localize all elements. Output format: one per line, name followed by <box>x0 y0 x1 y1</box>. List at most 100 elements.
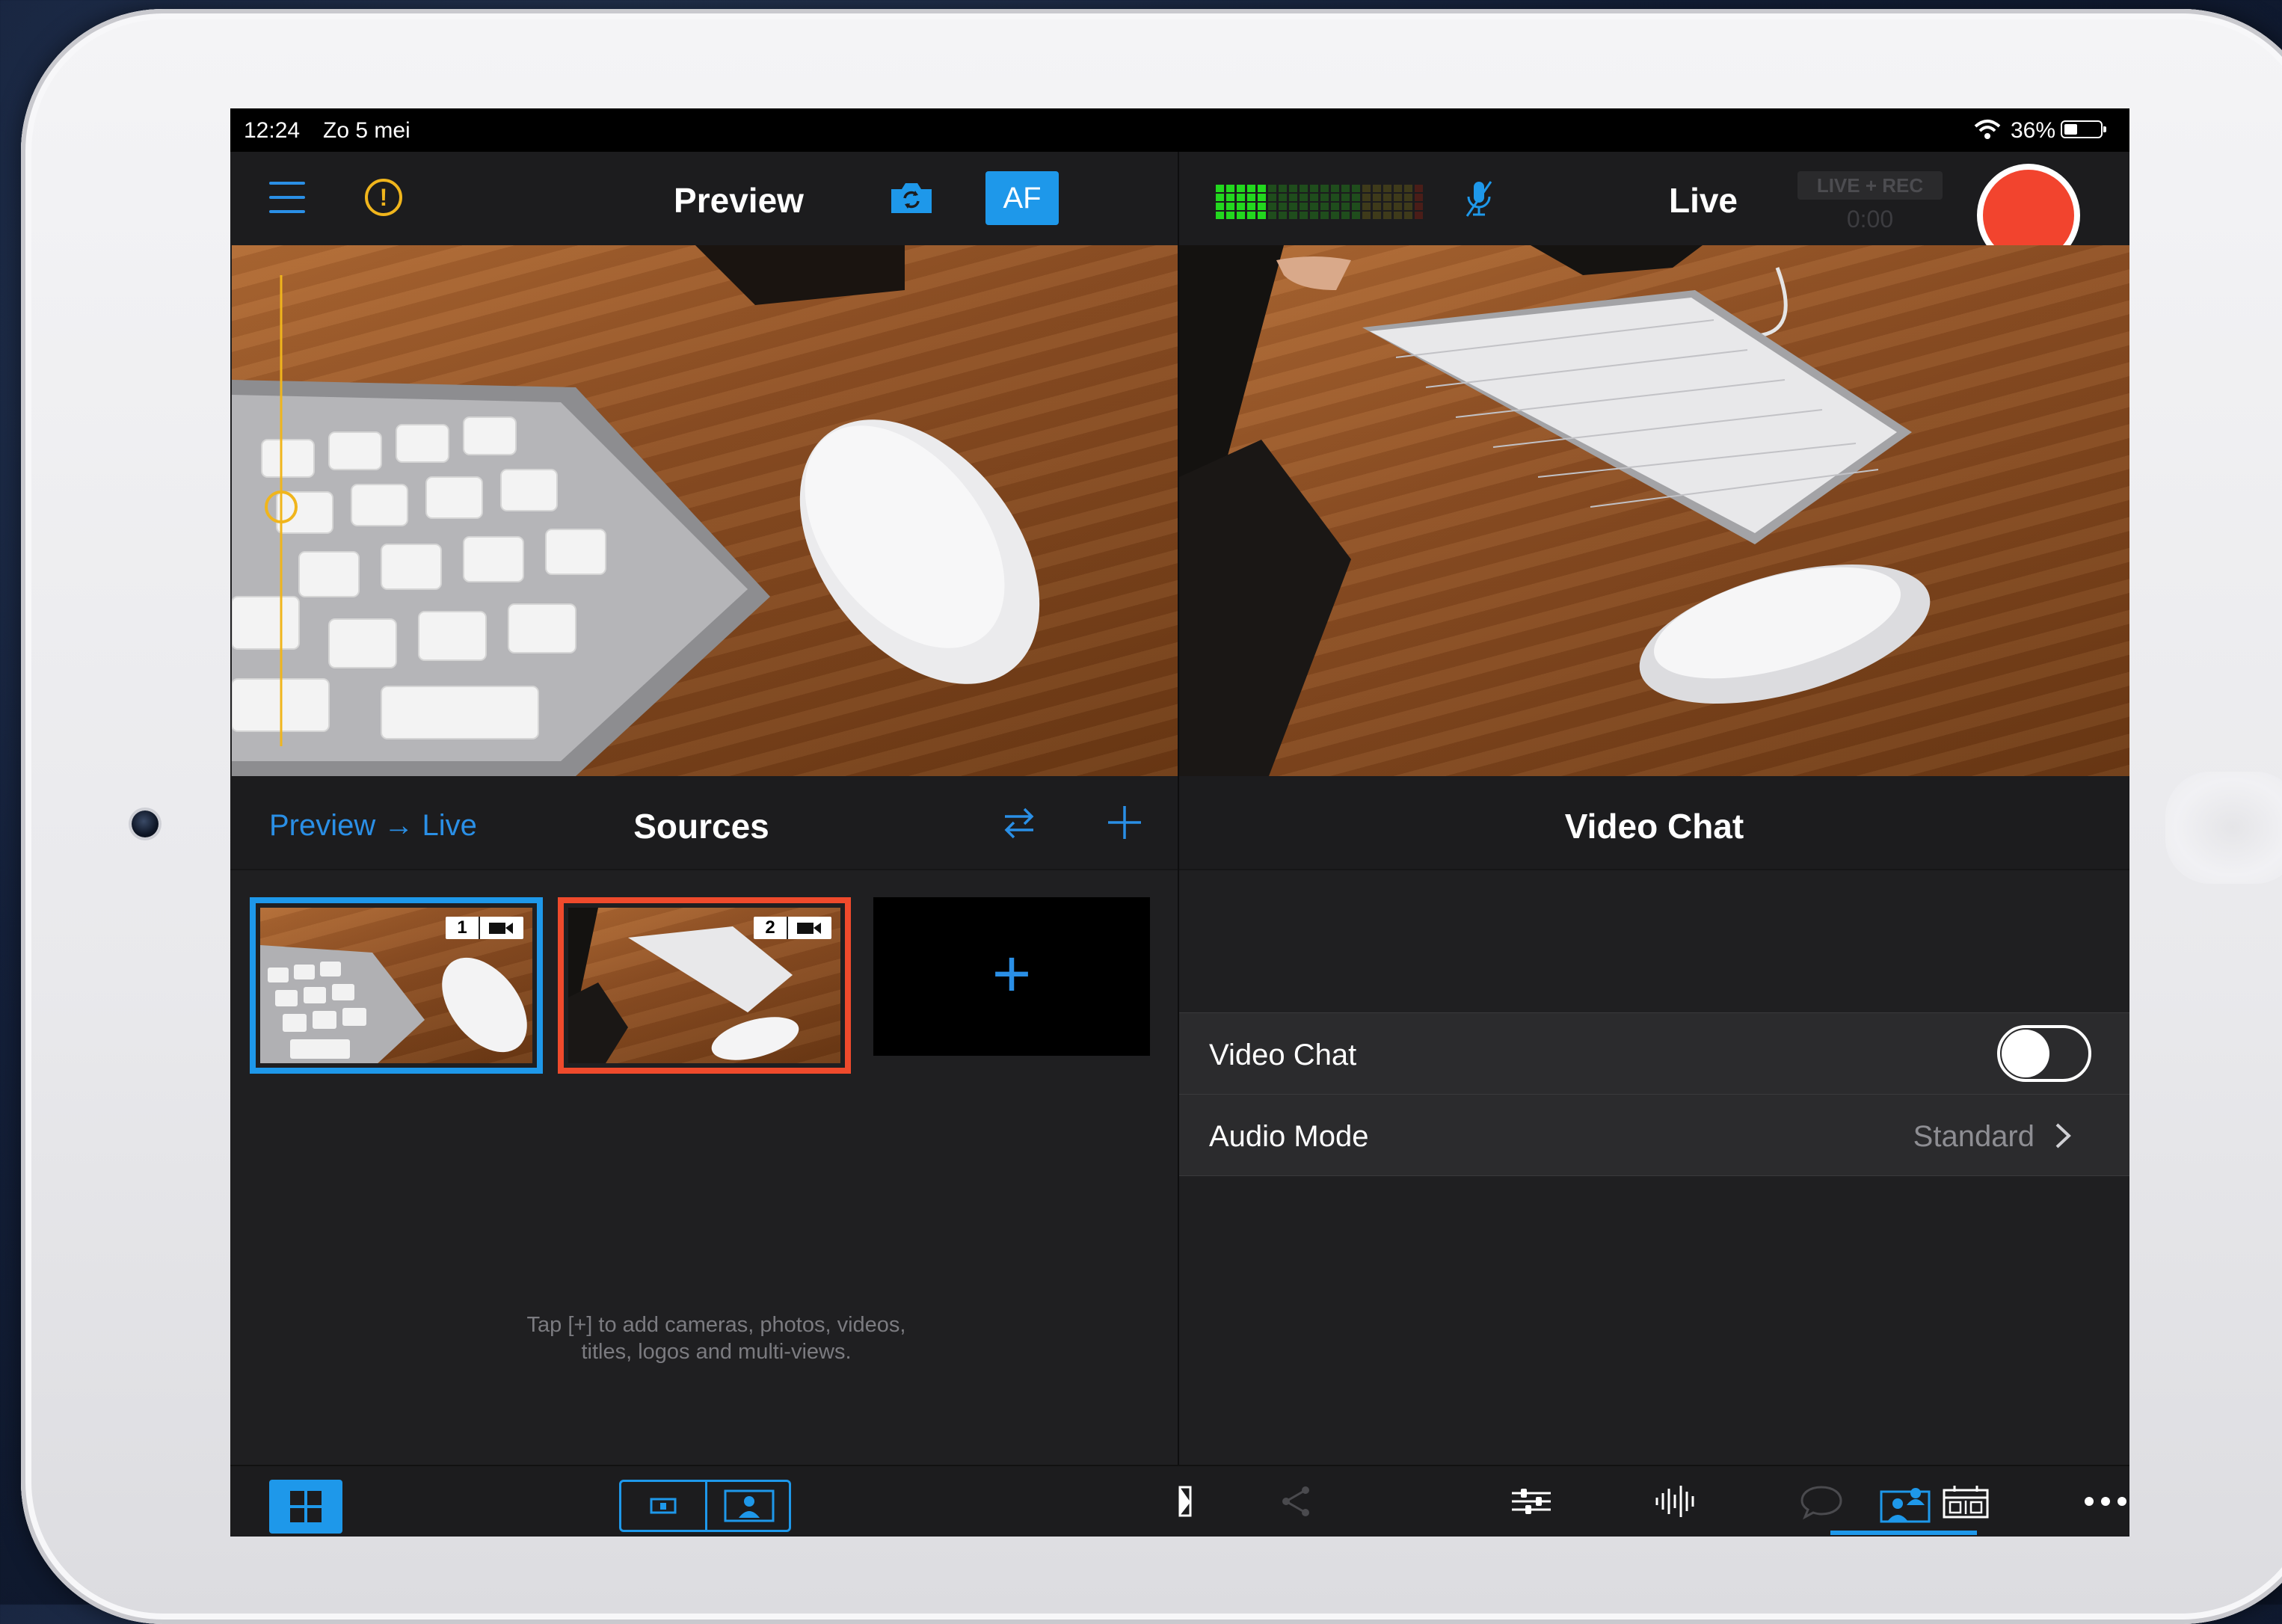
more-icon[interactable] <box>2082 1483 2129 1520</box>
audio-meter-segment <box>1289 203 1297 210</box>
audio-meter-segment <box>1237 194 1245 201</box>
audio-meter-segment <box>1289 212 1297 219</box>
audio-meter-segment <box>1362 194 1371 201</box>
grid-icon[interactable] <box>269 1480 342 1534</box>
audio-meter-segment <box>1216 203 1224 210</box>
audio-meter-segment <box>1331 203 1339 210</box>
live-title: Live <box>1668 181 1738 220</box>
sources-hint-line2: titles, logos and multi-views. <box>581 1340 852 1364</box>
video-chat-row[interactable]: Video Chat <box>1179 1012 2129 1095</box>
audio-meter-segment <box>1320 194 1329 201</box>
video-chat-toggle[interactable] <box>1997 1025 2091 1082</box>
add-icon[interactable] <box>1105 803 1144 842</box>
video-camera-icon <box>480 917 523 939</box>
app-screen: 12:24 Zo 5 mei 36% ! Preview AF Live LIV… <box>230 108 2129 1537</box>
audio-meter-segment <box>1268 194 1276 201</box>
source-thumbnail-preview[interactable]: 1 <box>250 897 543 1074</box>
audio-level-meter <box>1216 185 1423 219</box>
source-number: 2 <box>754 917 788 939</box>
share-icon[interactable] <box>1277 1483 1314 1520</box>
audio-meter-segment <box>1362 203 1371 210</box>
audio-meter-segment <box>1300 203 1308 210</box>
battery-percentage: 36% <box>2011 118 2056 143</box>
audio-meter-segment <box>1310 185 1318 192</box>
audio-meter-segment <box>1310 212 1318 219</box>
layout-person-button[interactable] <box>705 1482 791 1530</box>
video-chat-icon[interactable] <box>1875 1483 1935 1528</box>
audio-meter-segment <box>1226 212 1234 219</box>
audio-meter-segment <box>1415 185 1423 192</box>
audio-meter-segment <box>1216 212 1224 219</box>
audio-meter-segment <box>1383 203 1391 210</box>
audio-meter-segment <box>1352 203 1360 210</box>
audio-meter-segment <box>1383 194 1391 201</box>
audio-meter-segment <box>1247 212 1255 219</box>
audio-meter-segment <box>1331 212 1339 219</box>
menu-icon[interactable] <box>269 182 305 213</box>
add-source-button[interactable]: + <box>873 897 1150 1056</box>
audio-meter-segment <box>1415 212 1423 219</box>
wifi-icon <box>1974 120 2001 139</box>
audio-meter-segment <box>1237 203 1245 210</box>
audio-meter-segment <box>1362 185 1371 192</box>
audio-meter-segment <box>1247 185 1255 192</box>
preview-to-live-button[interactable]: Preview → Live <box>269 809 477 843</box>
sources-title: Sources <box>633 807 769 846</box>
audio-meter-segment <box>1289 185 1297 192</box>
audio-meter-segment <box>1310 203 1318 210</box>
transition-icon[interactable] <box>1174 1483 1196 1520</box>
audio-icon[interactable] <box>1652 1483 1700 1520</box>
audio-meter-segment <box>1352 185 1360 192</box>
audio-meter-segment <box>1289 194 1297 201</box>
audio-meter-segment <box>1279 203 1287 210</box>
mic-muted-icon[interactable] <box>1464 179 1494 219</box>
audio-meter-segment <box>1373 194 1381 201</box>
audio-mode-value: Standard <box>1913 1120 2035 1153</box>
audio-meter-segment <box>1247 194 1255 201</box>
audio-meter-segment <box>1331 185 1339 192</box>
audio-meter-segment <box>1352 194 1360 201</box>
audio-meter-segment <box>1268 185 1276 192</box>
audio-meter-segment <box>1373 212 1381 219</box>
video-camera-icon <box>788 917 831 939</box>
audio-meter-segment <box>1237 212 1245 219</box>
chevron-right-icon <box>2055 1123 2071 1148</box>
audio-meter-segment <box>1404 185 1412 192</box>
mixer-icon[interactable] <box>1509 1483 1554 1520</box>
source-thumbnail-image: 1 <box>260 908 532 1063</box>
audio-mode-row[interactable]: Audio Mode Standard <box>1179 1095 2129 1176</box>
audio-meter-segment <box>1226 194 1234 201</box>
alert-icon[interactable]: ! <box>365 179 402 216</box>
audio-meter-segment <box>1415 194 1423 201</box>
audio-meter-segment <box>1268 212 1276 219</box>
source-thumbnail-image: 2 <box>568 908 840 1063</box>
audio-meter-segment <box>1373 185 1381 192</box>
audio-meter-segment <box>1404 194 1412 201</box>
audio-meter-segment <box>1310 194 1318 201</box>
swap-icon[interactable] <box>1000 805 1038 842</box>
source-thumbnail-live[interactable]: 2 <box>558 897 851 1074</box>
video-chat-title: Video Chat <box>1564 807 1744 846</box>
camera-flip-icon[interactable] <box>888 179 935 216</box>
audio-meter-segment <box>1226 185 1234 192</box>
audio-meter-segment <box>1394 194 1402 201</box>
layout-mixed-button[interactable] <box>621 1482 705 1530</box>
audio-meter-segment <box>1383 212 1391 219</box>
home-button[interactable] <box>2165 772 2282 884</box>
audio-meter-segment <box>1279 194 1287 201</box>
video-chat-label: Video Chat <box>1209 1039 1357 1071</box>
autofocus-button[interactable]: AF <box>985 171 1059 225</box>
audio-meter-segment <box>1331 194 1339 201</box>
preview-video[interactable] <box>232 245 1178 776</box>
audio-meter-segment <box>1300 185 1308 192</box>
bottom-toolbar <box>230 1465 2129 1537</box>
audio-meter-segment <box>1404 203 1412 210</box>
audio-meter-segment <box>1341 203 1350 210</box>
audio-meter-segment <box>1320 203 1329 210</box>
live-video[interactable] <box>1179 245 2129 776</box>
active-tab-indicator <box>1830 1531 1977 1535</box>
comment-icon[interactable] <box>1799 1483 1844 1520</box>
scoreboard-icon[interactable] <box>1941 1483 1990 1520</box>
sources-hint: Tap [+] to add cameras, photos, videos, … <box>410 1311 1023 1365</box>
audio-meter-segment <box>1404 212 1412 219</box>
